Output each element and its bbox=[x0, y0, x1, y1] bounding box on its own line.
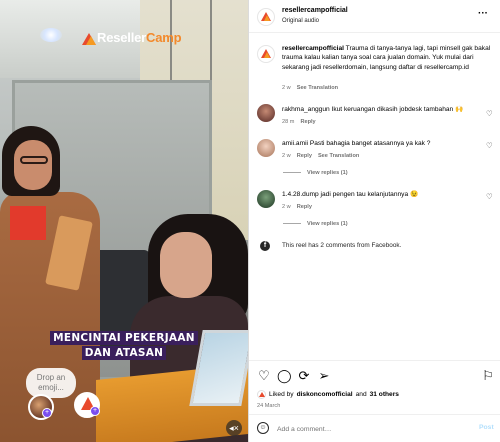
facebook-comments-note: This reel has 2 comments from Facebook. bbox=[282, 242, 402, 249]
comments-list[interactable]: resellercampofficial Trauma di tanya-tan… bbox=[249, 34, 500, 356]
reaction-badge-icon: + bbox=[90, 406, 100, 416]
brand-logo: ResellerCamp bbox=[82, 30, 182, 45]
reply-button[interactable]: Reply bbox=[300, 119, 315, 125]
video-caption-line2-text: DAN ATASAN bbox=[81, 346, 167, 360]
video-caption-line1-text: MENCINTAI PEKERJAAN bbox=[50, 331, 198, 345]
comment-username[interactable]: amii.amii bbox=[282, 140, 308, 147]
standing-woman-face bbox=[14, 140, 52, 190]
post-username[interactable]: resellercampofficial bbox=[282, 7, 348, 14]
view-replies-button[interactable]: View replies (1) bbox=[283, 221, 348, 227]
replies-line bbox=[283, 223, 301, 225]
comment-text: Pasti bahagia banget atasannya ya kak ? bbox=[309, 140, 431, 147]
see-translation-link[interactable]: See Translation bbox=[297, 85, 338, 91]
video-caption-line1: MENCINTAI PEKERJAAN bbox=[0, 331, 248, 345]
comment-input[interactable] bbox=[277, 422, 467, 436]
post-header: resellercampofficial Original audio ··· bbox=[249, 0, 500, 33]
likes-prefix: Liked by bbox=[269, 391, 294, 398]
comment-meta: 28 m Reply bbox=[282, 119, 316, 125]
logo-text-part1: Reseller bbox=[97, 30, 146, 45]
add-comment-bar: ☺ Post bbox=[249, 414, 500, 442]
standing-woman-top bbox=[10, 206, 46, 240]
caption-username[interactable]: resellercampofficial bbox=[282, 45, 344, 52]
comment-meta: 2 w Reply See Translation bbox=[282, 153, 359, 159]
video-caption-line2: DAN ATASAN bbox=[0, 346, 248, 360]
comment: amii.amii Pasti bahagia banget atasannya… bbox=[282, 139, 482, 148]
avatar[interactable] bbox=[257, 104, 275, 122]
post-button[interactable]: Post bbox=[479, 424, 494, 431]
reel-video[interactable]: ResellerCamp MENCINTAI PEKERJAAN DAN ATA… bbox=[0, 0, 248, 442]
likes-others[interactable]: 31 others bbox=[370, 391, 399, 398]
comment-username[interactable]: 1.4.28.dump bbox=[282, 191, 319, 198]
heart-icon[interactable]: ♡ bbox=[486, 110, 494, 118]
replies-line bbox=[283, 172, 301, 174]
comment-icon[interactable]: ◯ bbox=[277, 369, 292, 383]
reply-button[interactable]: Reply bbox=[297, 204, 312, 210]
facebook-icon: f bbox=[260, 241, 270, 251]
avatar[interactable] bbox=[257, 190, 275, 208]
logo-text-part2: Camp bbox=[146, 30, 182, 45]
view-replies-button[interactable]: View replies (1) bbox=[283, 170, 348, 176]
smiley-icon[interactable]: ☺ bbox=[257, 422, 269, 434]
likes-conjunction: and bbox=[355, 391, 367, 398]
see-translation-link[interactable]: See Translation bbox=[318, 153, 359, 159]
view-replies-label: View replies (1) bbox=[307, 221, 348, 227]
view-replies-label: View replies (1) bbox=[307, 170, 348, 176]
logo-text: ResellerCamp bbox=[97, 30, 182, 45]
likes-user[interactable]: diskoncomofficial bbox=[297, 391, 353, 398]
bookmark-icon[interactable]: ⚐ bbox=[481, 369, 495, 383]
post-details-panel: resellercampofficial Original audio ··· … bbox=[248, 0, 500, 442]
heart-icon[interactable]: ♡ bbox=[486, 142, 494, 150]
caption-time: 2 w bbox=[282, 85, 291, 91]
speaker-muted-icon[interactable]: ◂× bbox=[226, 420, 242, 436]
glasses bbox=[20, 156, 48, 164]
seated-woman-face bbox=[160, 232, 212, 298]
heart-icon[interactable]: ♡ bbox=[257, 369, 271, 383]
comment: rakhma_anggun Ikut keruangan dikasih job… bbox=[282, 105, 482, 114]
share-icon[interactable]: ➢ bbox=[317, 369, 331, 383]
comment-username[interactable]: rakhma_anggun bbox=[282, 106, 330, 113]
comment-meta: 2 w Reply bbox=[282, 204, 312, 210]
avatar[interactable] bbox=[257, 139, 275, 157]
comment-time: 28 m bbox=[282, 119, 295, 125]
ceiling-light bbox=[40, 28, 62, 42]
comment-text: jadi pengen tau kelanjutannya 😉 bbox=[320, 191, 419, 198]
audio-link[interactable]: Original audio bbox=[282, 18, 319, 24]
more-options-icon[interactable]: ··· bbox=[478, 8, 488, 19]
logo-mark-icon bbox=[82, 31, 96, 45]
comment-text: Ikut keruangan dikasih jobdesk tambahan … bbox=[331, 106, 464, 113]
reaction-badge-icon: + bbox=[42, 408, 52, 418]
avatar[interactable] bbox=[257, 8, 275, 26]
reply-button[interactable]: Reply bbox=[297, 153, 312, 159]
comment: 1.4.28.dump jadi pengen tau kelanjutanny… bbox=[282, 190, 482, 199]
post-date[interactable]: 24 March bbox=[257, 403, 280, 409]
comment-time: 2 w bbox=[282, 153, 291, 159]
likes-summary[interactable]: Liked by diskoncomofficial and 31 others bbox=[257, 390, 399, 399]
caption-meta: 2 w See Translation bbox=[282, 85, 338, 91]
repost-icon[interactable]: ⟳ bbox=[297, 369, 311, 383]
heart-icon[interactable]: ♡ bbox=[486, 193, 494, 201]
post-caption: resellercampofficial Trauma di tanya-tan… bbox=[282, 44, 492, 72]
avatar[interactable] bbox=[257, 45, 275, 63]
emoji-reaction-pill[interactable]: Drop an emoji... bbox=[26, 368, 76, 398]
avatar bbox=[257, 390, 266, 399]
comment-time: 2 w bbox=[282, 204, 291, 210]
